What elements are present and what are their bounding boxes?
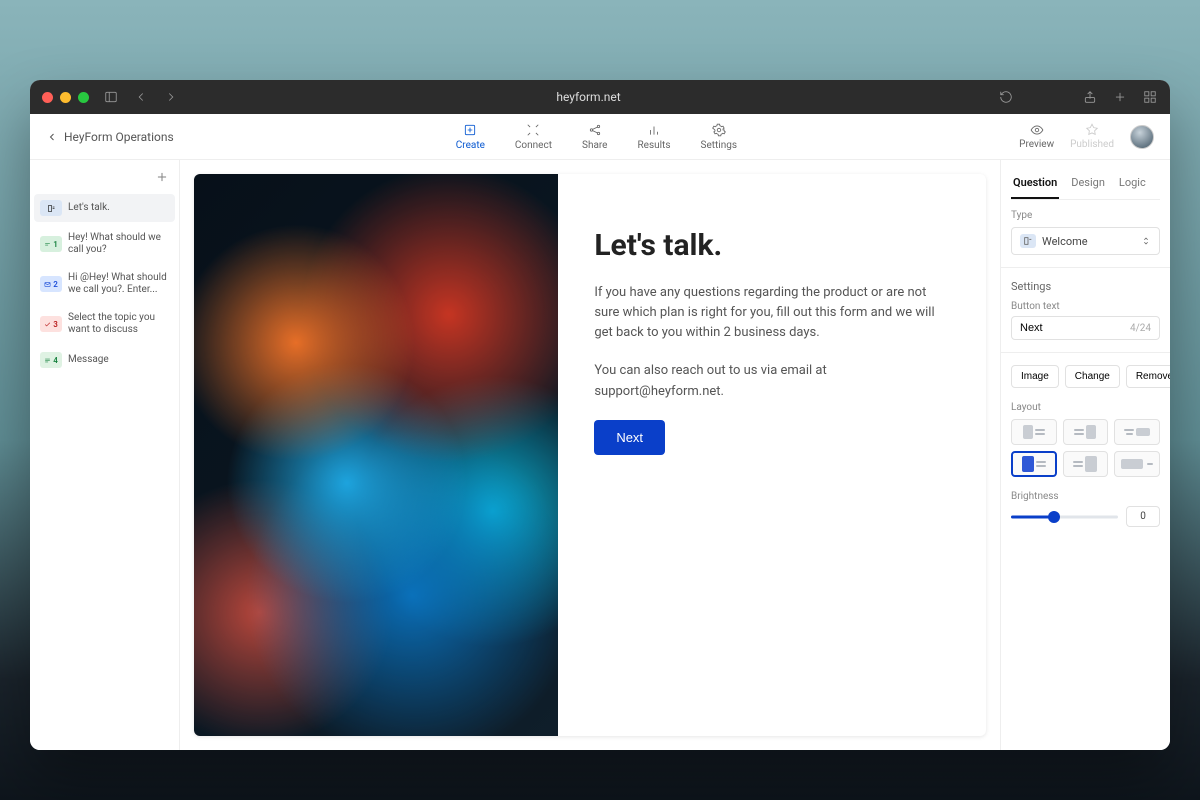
settings-section-title: Settings (1011, 280, 1160, 293)
question-item-1[interactable]: 1 Hey! What should we call you? (34, 226, 175, 262)
choice-badge-icon: 3 (40, 316, 62, 332)
question-item-3[interactable]: 3 Select the topic you want to discuss (34, 306, 175, 342)
question-item-2[interactable]: 2 Hi @Hey! What should we call you?. Ent… (34, 266, 175, 302)
properties-panel: Question Design Logic Type Welcome Setti… (1000, 160, 1170, 750)
email-badge-icon: 2 (40, 276, 62, 292)
close-window-button[interactable] (42, 92, 53, 103)
question-item-label: Hey! What should we call you? (68, 232, 169, 256)
connect-icon (526, 123, 540, 137)
publish-icon (1085, 123, 1099, 137)
layout-option-2[interactable] (1063, 419, 1109, 445)
welcome-content: Let's talk. If you have any questions re… (558, 174, 986, 736)
window-controls (42, 92, 89, 103)
brightness-slider[interactable] (1011, 510, 1118, 524)
layout-options (1011, 419, 1160, 477)
layout-option-5[interactable] (1063, 451, 1109, 477)
long-text-badge-icon: 4 (40, 352, 62, 368)
nav-back-icon[interactable] (133, 89, 149, 105)
sidebar-toggle-icon[interactable] (103, 89, 119, 105)
titlebar-right-icons (998, 89, 1158, 105)
buttontext-counter: 4/24 (1130, 323, 1151, 334)
tab-results[interactable]: Results (637, 123, 670, 151)
share-tab-icon (588, 123, 602, 137)
hero-image (194, 174, 558, 736)
type-value: Welcome (1042, 235, 1088, 248)
nav-forward-icon[interactable] (163, 89, 179, 105)
welcome-badge-icon (40, 200, 62, 216)
short-text-badge-icon: 1 (40, 236, 62, 252)
image-controls: Image Change Remove (1011, 365, 1160, 388)
back-to-workspace[interactable]: HeyForm Operations (46, 130, 174, 144)
change-image-button[interactable]: Change (1065, 365, 1120, 388)
welcome-title[interactable]: Let's talk. (594, 228, 950, 263)
published-button[interactable]: Published (1070, 123, 1114, 150)
brightness-control: 0 (1011, 506, 1160, 527)
question-item-4[interactable]: 4 Message (34, 346, 175, 374)
buttontext-input[interactable] (1020, 322, 1112, 334)
form-preview-canvas: Let's talk. If you have any questions re… (194, 174, 986, 736)
layout-option-4[interactable] (1011, 451, 1057, 477)
header-right: Preview Published (1019, 123, 1154, 150)
app-body: Let's talk. 1 Hey! What should we call y… (30, 160, 1170, 750)
create-icon (463, 123, 477, 137)
results-icon (647, 123, 661, 137)
welcome-paragraph-2[interactable]: You can also reach out to us via email a… (594, 361, 950, 401)
app-header: HeyForm Operations Create Connect Share (30, 114, 1170, 160)
share-icon[interactable] (1082, 89, 1098, 105)
remove-image-button[interactable]: Remove (1126, 365, 1170, 388)
question-item-label: Hi @Hey! What should we call you?. Enter… (68, 272, 169, 296)
welcome-type-icon (1020, 234, 1036, 248)
header-tabs: Create Connect Share Results Settings (456, 123, 737, 151)
workspace-name: HeyForm Operations (64, 130, 174, 144)
question-type-select[interactable]: Welcome (1011, 227, 1160, 255)
question-item-label: Let's talk. (68, 202, 169, 214)
tab-create[interactable]: Create (456, 123, 485, 151)
app: HeyForm Operations Create Connect Share (30, 114, 1170, 750)
brightness-label: Brightness (1011, 491, 1160, 502)
properties-tabs: Question Design Logic (1011, 170, 1160, 200)
next-button[interactable]: Next (594, 420, 665, 455)
question-item-label: Message (68, 354, 169, 366)
preview-icon (1030, 123, 1044, 137)
browser-window: heyform.net HeyForm Operations Create (30, 80, 1170, 750)
settings-icon (712, 123, 726, 137)
browser-titlebar: heyform.net (30, 80, 1170, 114)
question-list-panel: Let's talk. 1 Hey! What should we call y… (30, 160, 180, 750)
slider-thumb[interactable] (1048, 511, 1060, 523)
tab-design[interactable]: Design (1069, 170, 1107, 199)
user-avatar[interactable] (1130, 125, 1154, 149)
tab-settings[interactable]: Settings (701, 123, 738, 151)
buttontext-input-wrap: 4/24 (1011, 316, 1160, 340)
titlebar-left-icons (103, 89, 179, 105)
reload-icon[interactable] (998, 89, 1014, 105)
new-tab-icon[interactable] (1112, 89, 1128, 105)
tab-share[interactable]: Share (582, 123, 607, 151)
tab-logic[interactable]: Logic (1117, 170, 1148, 199)
welcome-paragraph-1[interactable]: If you have any questions regarding the … (594, 283, 950, 343)
type-label: Type (1011, 210, 1160, 221)
brightness-value[interactable]: 0 (1126, 506, 1160, 527)
question-item-label: Select the topic you want to discuss (68, 312, 169, 336)
tab-question[interactable]: Question (1011, 170, 1059, 199)
layout-label: Layout (1011, 402, 1160, 413)
fullscreen-window-button[interactable] (78, 92, 89, 103)
layout-option-3[interactable] (1114, 419, 1160, 445)
minimize-window-button[interactable] (60, 92, 71, 103)
tabs-overview-icon[interactable] (1142, 89, 1158, 105)
layout-option-6[interactable] (1114, 451, 1160, 477)
tab-connect[interactable]: Connect (515, 123, 552, 151)
layout-option-1[interactable] (1011, 419, 1057, 445)
preview-button[interactable]: Preview (1019, 123, 1054, 150)
question-list-header (34, 168, 175, 190)
browser-url[interactable]: heyform.net (179, 90, 998, 104)
question-item-welcome[interactable]: Let's talk. (34, 194, 175, 222)
chevron-updown-icon (1141, 236, 1151, 246)
buttontext-label: Button text (1011, 301, 1160, 312)
image-label-button[interactable]: Image (1011, 365, 1059, 388)
add-question-button[interactable] (155, 170, 169, 184)
canvas-wrapper: Let's talk. If you have any questions re… (180, 160, 1000, 750)
